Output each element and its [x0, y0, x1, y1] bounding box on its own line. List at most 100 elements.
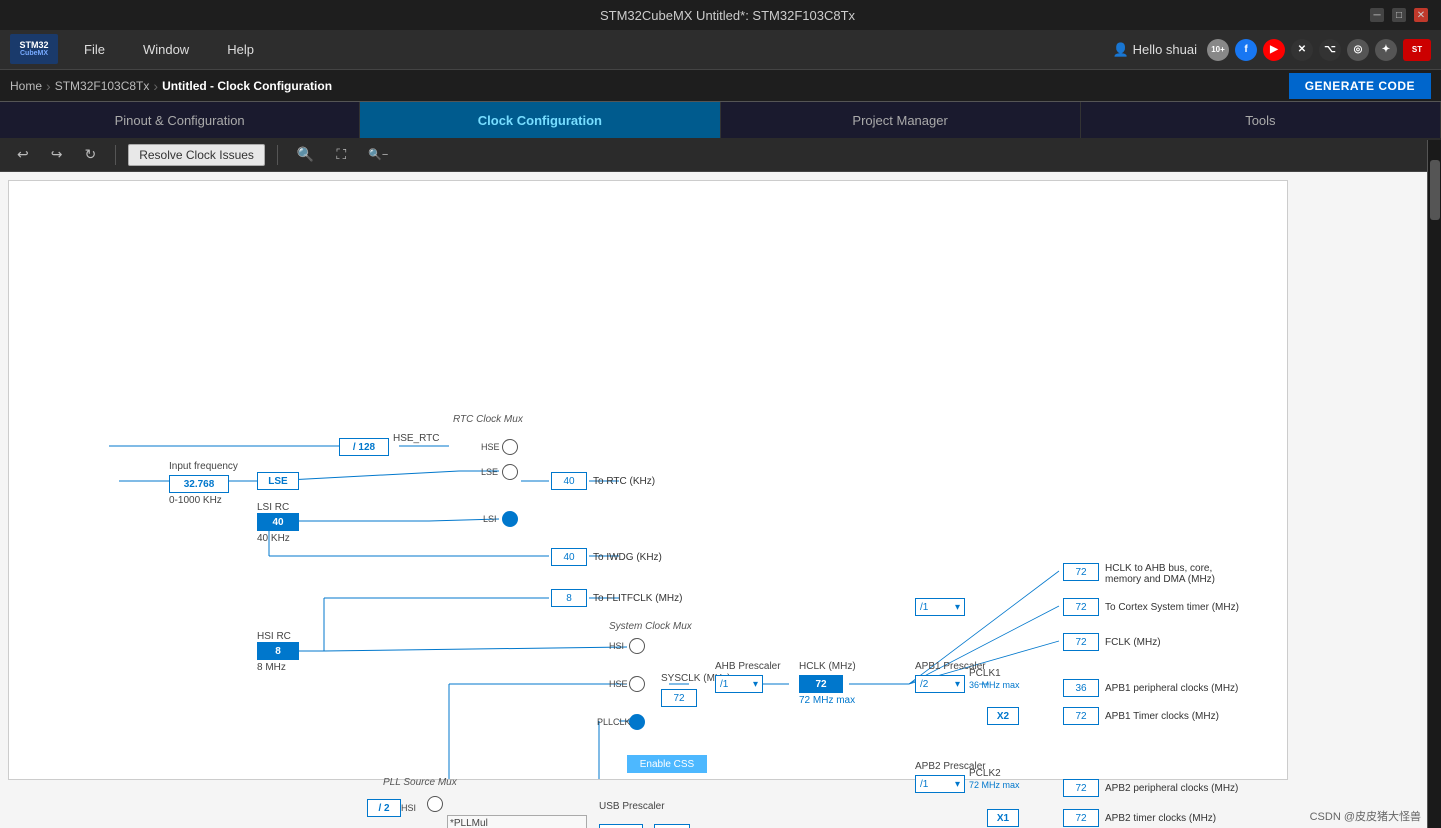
- menu-help[interactable]: Help: [223, 40, 258, 59]
- logo-cubemx: CubeMX: [20, 50, 48, 57]
- tab-pinout[interactable]: Pinout & Configuration: [0, 102, 360, 138]
- generate-code-button[interactable]: GENERATE CODE: [1289, 73, 1431, 99]
- window-title: STM32CubeMX Untitled*: STM32F103C8Tx: [85, 8, 1370, 23]
- menu-items: File Window Help: [80, 40, 1113, 59]
- sys-hse-circle[interactable]: [629, 676, 645, 692]
- toolbar: ↩ ↪ ↻ Resolve Clock Issues 🔍 ⛶ 🔍−: [0, 138, 1441, 172]
- apb2-timer-value[interactable]: 72: [1063, 809, 1099, 827]
- undo-button[interactable]: ↩: [10, 142, 36, 167]
- main-content: Input frequency 32.768 0-1000 KHz LSE LS…: [0, 172, 1441, 828]
- apb2-div-dropdown[interactable]: /1 ▾: [915, 775, 965, 793]
- tab-tools[interactable]: Tools: [1081, 102, 1441, 138]
- pll-mul-label: *PLLMul: [450, 818, 488, 828]
- github-icon[interactable]: ⌥: [1319, 39, 1341, 61]
- menu-file[interactable]: File: [80, 40, 109, 59]
- iwdg-value[interactable]: 40: [551, 548, 587, 566]
- ahb-div-dropdown[interactable]: /1 ▾: [715, 675, 763, 693]
- input-freq-label: Input frequency: [169, 461, 238, 472]
- watermark: CSDN @皮皮猪大怪兽: [1310, 808, 1421, 824]
- pll-container: PLL *PLLMul 8 X9 ▾: [447, 815, 587, 828]
- maximize-button[interactable]: □: [1392, 8, 1406, 22]
- sysclk-value[interactable]: 72: [661, 689, 697, 707]
- minimize-button[interactable]: ─: [1370, 8, 1384, 22]
- window-controls[interactable]: ─ □ ✕: [1370, 8, 1436, 22]
- hsi-rc-value[interactable]: 8: [257, 642, 299, 660]
- scroll-thumb[interactable]: [1430, 160, 1440, 220]
- redo-button[interactable]: ↪: [44, 142, 70, 167]
- menu-window[interactable]: Window: [139, 40, 193, 59]
- input-freq-value[interactable]: 32.768: [169, 475, 229, 493]
- title-bar: STM32CubeMX Untitled*: STM32F103C8Tx ─ □…: [0, 0, 1441, 30]
- rtc-clock-mux-label: RTC Clock Mux: [453, 414, 523, 425]
- version-badge: 10+: [1207, 39, 1229, 61]
- sys-pllclk-label: PLLCLK: [597, 717, 631, 727]
- star-icon[interactable]: ✦: [1375, 39, 1397, 61]
- lsi-rc-label: LSI RC: [257, 502, 289, 513]
- mux-lse-label: LSE: [481, 467, 498, 477]
- sys-hse-mux-label: HSE: [609, 679, 628, 689]
- sys-hsi-circle[interactable]: [629, 638, 645, 654]
- pll-hsi-label: HSI: [401, 803, 416, 813]
- apb1-timer-dest: APB1 Timer clocks (MHz): [1105, 711, 1219, 722]
- mux-hse-circle[interactable]: [502, 439, 518, 455]
- cortex-value[interactable]: 72: [1063, 598, 1099, 616]
- logo-stm32: STM32: [19, 40, 48, 50]
- mux-lse-circle[interactable]: [502, 464, 518, 480]
- hclk-max: 72 MHz max: [799, 695, 855, 706]
- facebook-icon[interactable]: f: [1235, 39, 1257, 61]
- fclk-value[interactable]: 72: [1063, 633, 1099, 651]
- apb1-periph-value[interactable]: 36: [1063, 679, 1099, 697]
- pclk1-label: PCLK1: [969, 668, 1001, 679]
- youtube-icon[interactable]: ▶: [1263, 39, 1285, 61]
- div128-box[interactable]: / 128: [339, 438, 389, 456]
- tab-clock[interactable]: Clock Configuration: [360, 102, 720, 138]
- apb1-div-dropdown[interactable]: /2 ▾: [915, 675, 965, 693]
- fclk-dest: FCLK (MHz): [1105, 637, 1161, 648]
- lse-box[interactable]: LSE: [257, 472, 299, 490]
- pclk2-max: 72 MHz max: [969, 780, 1020, 790]
- apb1-timer-value[interactable]: 72: [1063, 707, 1099, 725]
- close-button[interactable]: ✕: [1414, 8, 1428, 22]
- pll-hsi-circle[interactable]: [427, 796, 443, 812]
- enable-css-button[interactable]: Enable CSS: [627, 755, 707, 773]
- apb2-periph-value[interactable]: 72: [1063, 779, 1099, 797]
- breadcrumb-sep2: ›: [153, 78, 158, 94]
- hclk-ahb-dest: HCLK to AHB bus, core, memory and DMA (M…: [1105, 563, 1245, 585]
- breadcrumb-sep1: ›: [46, 78, 51, 94]
- user-greeting: 👤 Hello shuai: [1113, 42, 1197, 58]
- toolbar-separator2: [277, 145, 278, 165]
- sys-pll-circle[interactable]: [629, 714, 645, 730]
- twitter-icon[interactable]: ✕: [1291, 39, 1313, 61]
- tab-project[interactable]: Project Manager: [721, 102, 1081, 138]
- mux-hse-label: HSE: [481, 442, 500, 452]
- usb-prescaler-label: USB Prescaler: [599, 801, 665, 812]
- hclk-value[interactable]: 72: [799, 675, 843, 693]
- zoom-out-button[interactable]: 🔍−: [361, 144, 395, 165]
- sys-clock-mux-label: System Clock Mux: [609, 621, 692, 632]
- flit-value[interactable]: 8: [551, 589, 587, 607]
- web-icon[interactable]: ◎: [1347, 39, 1369, 61]
- x1-box[interactable]: X1: [987, 809, 1019, 827]
- cortex-dest: To Cortex System timer (MHz): [1105, 602, 1239, 613]
- mux-lsi-circle[interactable]: [502, 511, 518, 527]
- x2-box[interactable]: X2: [987, 707, 1019, 725]
- refresh-button[interactable]: ↻: [77, 142, 103, 167]
- usb-value[interactable]: 72: [654, 824, 690, 828]
- fullscreen-button[interactable]: ⛶: [329, 142, 353, 167]
- usb-div-dropdown[interactable]: /1 ▾: [599, 824, 643, 828]
- breadcrumb-current[interactable]: Untitled - Clock Configuration: [162, 79, 332, 93]
- resolve-clock-button[interactable]: Resolve Clock Issues: [128, 144, 265, 166]
- rtc-value[interactable]: 40: [551, 472, 587, 490]
- zoom-in-button[interactable]: 🔍: [290, 142, 321, 167]
- lsi-rc-unit: 40 KHz: [257, 533, 290, 544]
- hse-rtc-label: HSE_RTC: [393, 433, 440, 444]
- st-icon[interactable]: ST: [1403, 39, 1431, 61]
- hclk-ahb-value[interactable]: 72: [1063, 563, 1099, 581]
- breadcrumb-device[interactable]: STM32F103C8Tx: [55, 79, 150, 93]
- cortex-div-dropdown[interactable]: /1 ▾: [915, 598, 965, 616]
- lsi-rc-value[interactable]: 40: [257, 513, 299, 531]
- apb2-timer-dest: APB2 timer clocks (MHz): [1105, 813, 1216, 824]
- scrollbar[interactable]: [1427, 140, 1441, 828]
- pll-div2-box[interactable]: / 2: [367, 799, 401, 817]
- breadcrumb-home[interactable]: Home: [10, 79, 42, 93]
